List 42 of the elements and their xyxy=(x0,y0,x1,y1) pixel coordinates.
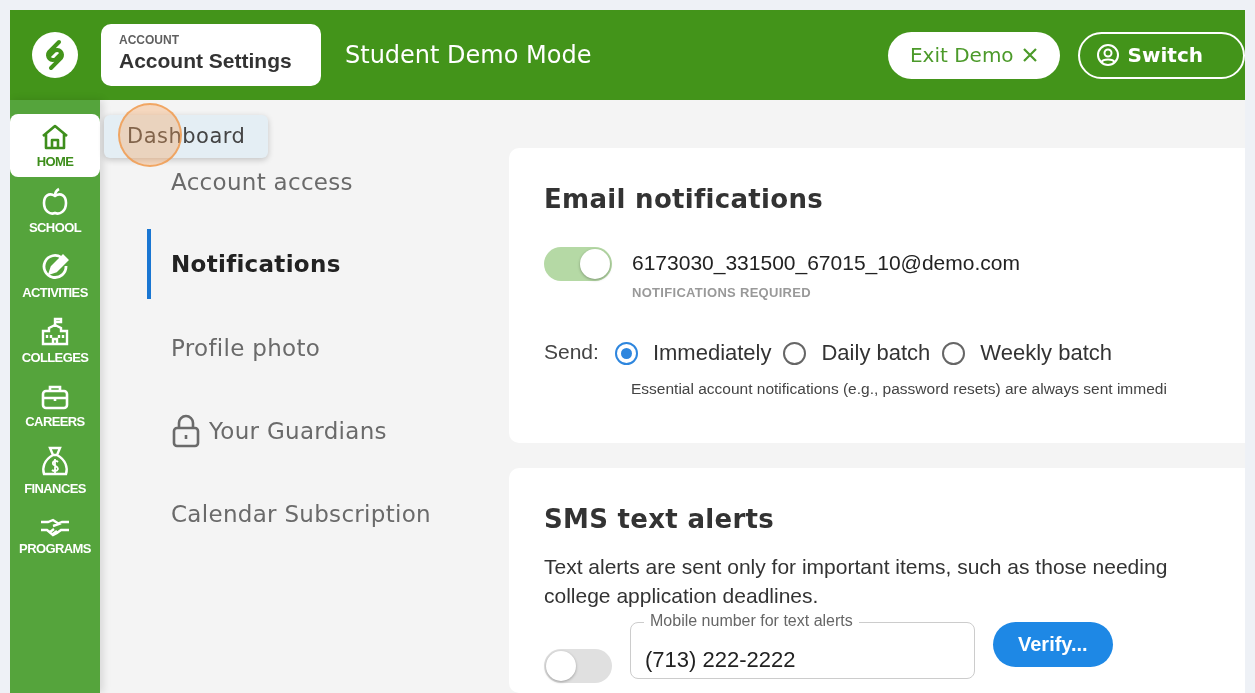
breadcrumb-section: ACCOUNT xyxy=(119,33,321,47)
radio-button[interactable] xyxy=(783,341,807,365)
card-heading: Email notifications xyxy=(544,184,825,214)
radio-label[interactable]: Immediately xyxy=(652,340,772,366)
settings-menu-item[interactable]: Calendar Subscription xyxy=(147,472,509,555)
logo-icon[interactable] xyxy=(32,32,78,78)
switch-user-button[interactable]: Switch xyxy=(1077,31,1245,79)
apple-icon xyxy=(41,186,69,217)
user-circle-icon xyxy=(1095,43,1120,67)
home-icon xyxy=(40,122,70,151)
requirement-note: NOTIFICATIONS REQUIRED xyxy=(632,285,812,300)
mode-title: Student Demo Mode xyxy=(345,41,593,69)
money-bag-icon xyxy=(40,445,70,478)
nav-item[interactable]: SCHOOL xyxy=(10,179,100,242)
radio-button[interactable] xyxy=(942,341,966,365)
nav-item[interactable]: ACTIVITIES xyxy=(10,244,100,307)
close-icon xyxy=(1021,47,1038,63)
nav-item[interactable]: FINANCES xyxy=(10,439,100,502)
lock-icon xyxy=(171,413,201,448)
nav-item[interactable]: HOME xyxy=(10,114,100,177)
email-address: 6173030_331500_67015_10@demo.com xyxy=(632,251,1020,275)
description-text: Text alerts are sent only for important items, such as those needing college application deadlines. xyxy=(544,554,1169,609)
radio-label[interactable]: Daily batch xyxy=(821,340,931,366)
breadcrumb-title: Account Settings xyxy=(119,49,293,73)
radio-button[interactable] xyxy=(614,341,638,365)
nav-item[interactable]: COLLEGES xyxy=(10,309,100,372)
send-label: Send: xyxy=(544,340,599,364)
nav-item[interactable]: PROGRAMS xyxy=(10,504,100,567)
phone-input-field[interactable]: Mobile number for text alerts (713) 222-2222 xyxy=(630,611,975,679)
building-icon xyxy=(40,316,70,347)
breadcrumb-card[interactable]: ACCOUNT Account Settings xyxy=(101,24,321,86)
settings-menu-item[interactable]: Your Guardians xyxy=(147,389,509,472)
card-heading: SMS text alerts xyxy=(544,504,775,534)
pencil-circle-icon xyxy=(40,251,70,282)
exit-demo-button[interactable]: Exit Demo xyxy=(887,31,1060,79)
toggle-switch[interactable] xyxy=(544,247,612,281)
settings-menu-item[interactable]: Profile photo xyxy=(147,306,509,389)
toggle-switch[interactable] xyxy=(544,649,612,683)
helper-text: Essential account notifications (e.g., password resets) are always sent immedi xyxy=(631,380,1168,398)
verify-button[interactable]: Verify... xyxy=(993,622,1113,667)
radio-label[interactable]: Weekly batch xyxy=(980,340,1112,366)
nav-item[interactable]: CAREERS xyxy=(10,374,100,437)
